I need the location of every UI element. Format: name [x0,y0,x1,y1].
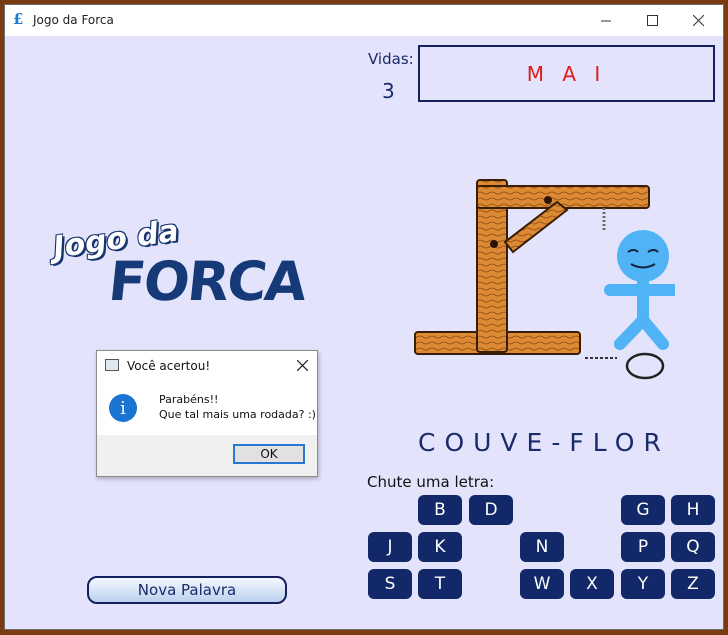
noose [585,352,665,380]
success-dialog: Você acertou! i Parabéns!! Que tal mais … [96,350,318,477]
dialog-body: i Parabéns!! Que tal mais uma rodada? :) [97,380,317,435]
close-icon [692,15,704,26]
letter-key-k[interactable]: K [418,532,462,562]
game-window: £ Jogo da Forca Vidas: 3 M A I Jogo da F… [4,4,724,630]
game-area: Vidas: 3 M A I Jogo da FORCA COUVE-FLOR … [5,36,723,629]
letter-key-z[interactable]: Z [671,569,715,599]
gallows-brace [503,200,569,254]
lives-count: 3 [382,79,395,103]
maximize-icon [646,15,658,26]
letter-key-x[interactable]: X [570,569,614,599]
minimize-button[interactable] [583,5,629,36]
letter-key-t[interactable]: T [418,569,462,599]
secret-word: COUVE-FLOR [418,428,670,457]
letter-key-j[interactable]: J [368,532,412,562]
dialog-message-line1: Parabéns!! [159,393,219,406]
minimize-icon [601,20,611,21]
close-icon [296,360,308,371]
letter-key-s[interactable]: S [368,569,412,599]
dialog-close-button[interactable] [287,351,317,380]
used-letters: M A I [526,61,607,86]
dialog-message-line2: Que tal mais uma rodada? :) [159,408,316,421]
title-bar: £ Jogo da Forca [5,5,723,36]
ok-button[interactable]: OK [233,444,305,464]
letter-key-w[interactable]: W [520,569,564,599]
window-icon [105,359,119,371]
letter-key-b[interactable]: B [418,495,462,525]
letter-key-y[interactable]: Y [621,569,665,599]
info-icon: i [109,394,137,422]
gallows-illustration [414,179,675,380]
letter-key-n[interactable]: N [520,532,564,562]
guess-label: Chute uma letra: [367,473,495,491]
dialog-title-bar: Você acertou! [97,351,317,380]
lives-label: Vidas: [368,50,414,68]
stick-figure [604,230,675,350]
dialog-title: Você acertou! [127,359,211,373]
app-icon: £ [13,10,24,28]
used-letters-box: M A I [418,45,715,102]
new-word-button[interactable]: Nova Palavra [87,576,287,604]
gallows-top-beam [476,185,650,209]
letter-key-d[interactable]: D [469,495,513,525]
window-title: Jogo da Forca [33,13,114,27]
letter-key-q[interactable]: Q [671,532,715,562]
letter-key-p[interactable]: P [621,532,665,562]
logo-title: FORCA [105,250,309,313]
close-button[interactable] [675,5,721,36]
letter-key-h[interactable]: H [671,495,715,525]
letter-key-g[interactable]: G [621,495,665,525]
maximize-button[interactable] [629,5,675,36]
